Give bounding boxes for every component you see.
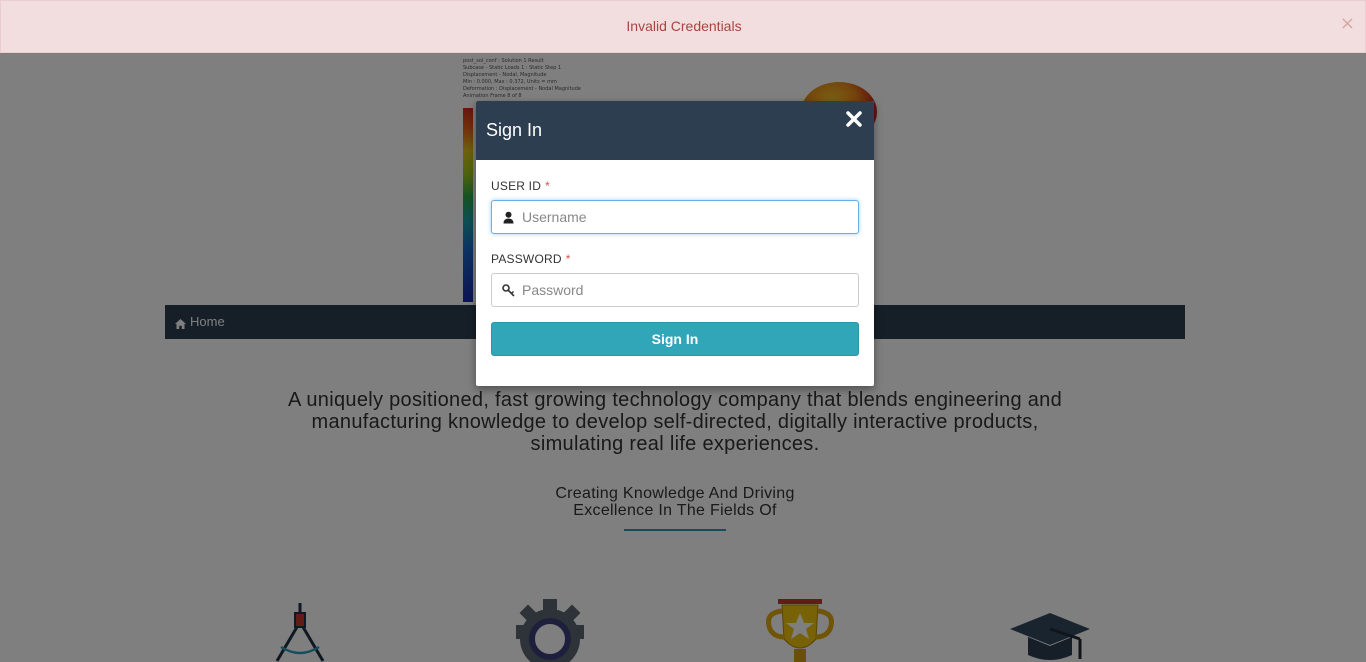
close-icon[interactable]: × <box>1340 14 1355 34</box>
username-field[interactable] <box>491 200 859 234</box>
password-input[interactable] <box>522 280 852 300</box>
alert-message: Invalid Credentials <box>626 18 742 34</box>
required-marker: * <box>565 252 571 266</box>
password-label: PASSWORD * <box>491 252 571 266</box>
error-alert: Invalid Credentials × <box>0 0 1366 53</box>
key-icon <box>502 284 515 297</box>
modal-header: Sign In <box>476 101 874 160</box>
modal-title: Sign In <box>486 120 543 140</box>
password-field[interactable] <box>491 273 859 307</box>
close-circle-icon[interactable] <box>845 110 863 128</box>
user-id-label: USER ID * <box>491 179 550 193</box>
user-icon <box>502 211 515 224</box>
sign-in-modal: Sign In USER ID* PASSWORD* <box>476 101 874 386</box>
username-input[interactable] <box>522 207 852 227</box>
required-marker: * <box>545 179 550 193</box>
sign-in-button[interactable]: Sign In <box>491 322 859 356</box>
user-id-label-text: USER ID <box>491 179 542 193</box>
password-label-text: PASSWORD <box>491 252 562 266</box>
